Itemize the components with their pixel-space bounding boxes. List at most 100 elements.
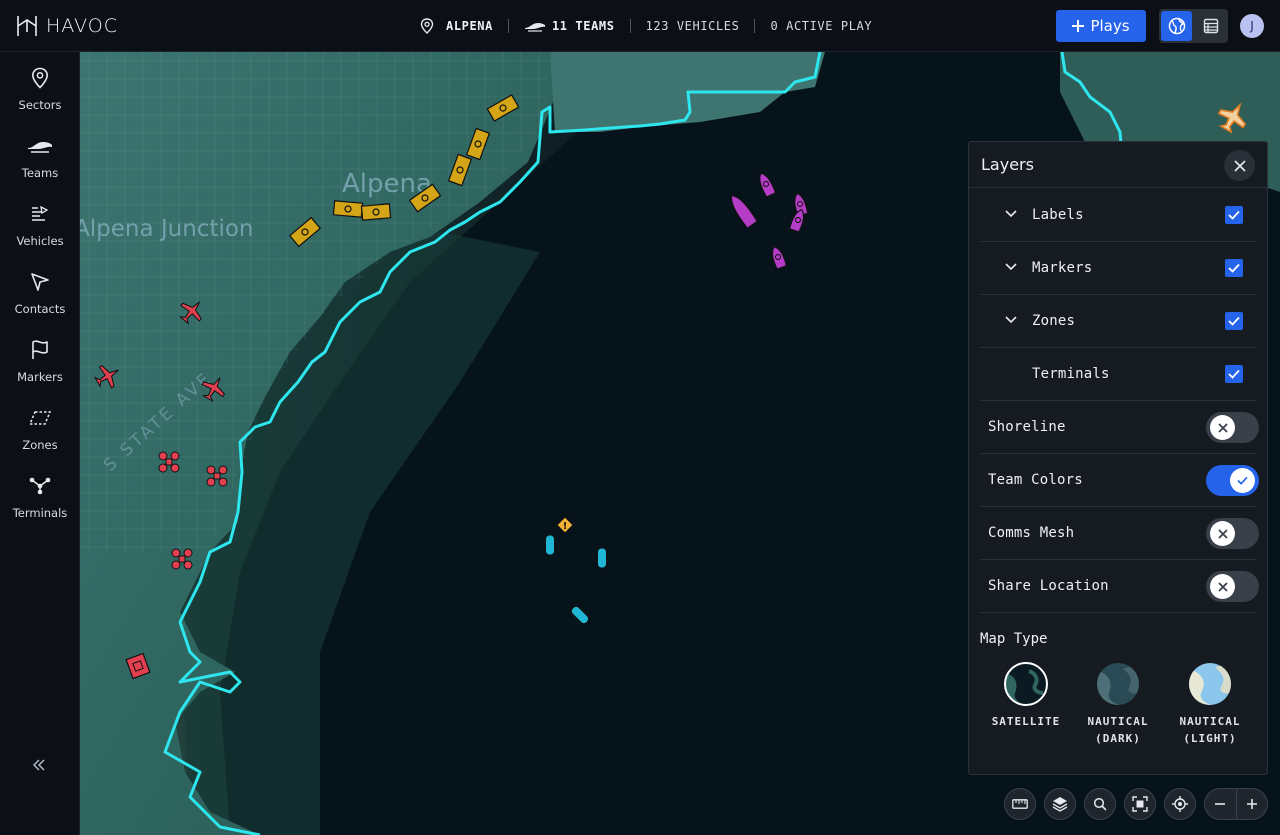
pin-icon: [420, 18, 434, 34]
sidebar-item-sectors[interactable]: Sectors: [0, 62, 80, 122]
table-view-button[interactable]: [1195, 11, 1226, 41]
sidebar-item-zones[interactable]: Zones: [0, 402, 80, 462]
layer-label: Markers: [1032, 260, 1093, 276]
chevron-down-icon[interactable]: [1004, 313, 1018, 327]
svg-text:!: !: [563, 521, 568, 532]
map-type-title: Map Type: [980, 631, 1048, 647]
check-icon: [1228, 210, 1240, 220]
toggle-row-shoreline: Shoreline: [980, 401, 1259, 454]
check-icon: [1228, 369, 1240, 379]
pin-icon: [31, 67, 49, 89]
close-layers-button[interactable]: [1224, 150, 1255, 181]
toggle-label: Share Location: [988, 578, 1109, 594]
sidebar-item-terminals[interactable]: Terminals: [0, 470, 80, 530]
vehicles-count[interactable]: 123 VEHICLES: [646, 19, 740, 33]
collapse-sidebar-button[interactable]: [28, 754, 50, 776]
terminals-checkbox[interactable]: [1225, 365, 1243, 383]
search-map-button[interactable]: [1084, 788, 1116, 820]
layer-group-zones[interactable]: Zones: [980, 295, 1257, 348]
satellite-thumbnail: [1004, 662, 1048, 706]
yellow-vehicle[interactable]: [332, 200, 364, 218]
map-type-nautical-light[interactable]: NAUTICAL (LIGHT): [1164, 663, 1256, 747]
x-icon: [1217, 528, 1228, 539]
yellow-vehicle[interactable]: [360, 203, 392, 221]
nautical-dark-thumbnail: [1097, 663, 1139, 705]
sidebar-item-contacts[interactable]: Contacts: [0, 266, 80, 326]
comms-mesh-toggle[interactable]: [1206, 518, 1259, 549]
minus-icon: [1215, 803, 1226, 805]
fit-bounds-button[interactable]: [1124, 788, 1156, 820]
teams-icon: [524, 23, 545, 32]
add-plays-button[interactable]: Plays: [1056, 10, 1146, 42]
sidebar: Sectors Teams Vehicles Contacts Markers …: [0, 52, 80, 835]
sidebar-item-markers[interactable]: Markers: [0, 334, 80, 394]
havoc-logo-icon: [17, 16, 37, 36]
user-avatar[interactable]: J: [1240, 14, 1264, 38]
sidebar-item-teams[interactable]: Teams: [0, 130, 80, 190]
table-icon: [1203, 18, 1218, 34]
shoreline-toggle[interactable]: [1206, 412, 1259, 443]
toggle-row-team-colors: Team Colors: [980, 454, 1259, 507]
active-play-count[interactable]: 0 ACTIVE PLAY: [770, 19, 872, 33]
map-type-satellite[interactable]: SATELLITE: [980, 662, 1072, 730]
layer-label: Labels: [1032, 207, 1084, 223]
share-location-toggle[interactable]: [1206, 571, 1259, 602]
toggle-label: Comms Mesh: [988, 525, 1075, 541]
cyan-vehicle[interactable]: [545, 534, 555, 556]
sidebar-item-vehicles[interactable]: Vehicles: [0, 198, 80, 258]
x-icon: [1217, 581, 1228, 592]
map-type-sublabel: (LIGHT): [1183, 732, 1237, 745]
map-label-junction: Alpena Junction: [80, 216, 254, 242]
markers-checkbox[interactable]: [1225, 259, 1243, 277]
cyan-vehicle[interactable]: [597, 547, 607, 569]
x-icon: [1217, 422, 1228, 433]
layer-group-labels[interactable]: Labels: [980, 189, 1257, 242]
toggle-row-comms-mesh: Comms Mesh: [980, 507, 1259, 560]
check-icon: [1228, 263, 1240, 273]
labels-checkbox[interactable]: [1225, 206, 1243, 224]
check-icon: [1237, 476, 1248, 485]
teams-count-label: 11 TEAMS: [551, 19, 615, 33]
zoom-out-button[interactable]: [1205, 789, 1236, 819]
toggle-label: Shoreline: [988, 419, 1066, 435]
close-icon: [1233, 159, 1246, 172]
location-indicator[interactable]: ALPENA: [420, 18, 493, 34]
sidebar-item-label: Contacts: [14, 302, 66, 316]
layer-group-terminals[interactable]: Terminals: [980, 348, 1257, 401]
logo-text: HAVOC: [46, 15, 118, 37]
search-icon: [1093, 797, 1107, 811]
location-name: ALPENA: [446, 19, 493, 33]
teams-count[interactable]: 11 TEAMS: [524, 19, 615, 33]
sidebar-item-label: Sectors: [18, 98, 62, 112]
team-colors-toggle[interactable]: [1206, 465, 1259, 496]
recenter-button[interactable]: [1164, 788, 1196, 820]
chevron-down-icon[interactable]: [1004, 260, 1018, 274]
zones-checkbox[interactable]: [1225, 312, 1243, 330]
top-bar: HAVOC ALPENA 11 TEAMS 123 VEHICLES 0 ACT…: [0, 0, 1280, 52]
layer-label: Zones: [1032, 313, 1076, 329]
map-type-nautical-dark[interactable]: NAUTICAL (DARK): [1072, 663, 1164, 747]
toggle-label: Team Colors: [988, 472, 1083, 488]
cursor-icon: [31, 273, 49, 291]
view-toggle: [1159, 9, 1228, 43]
teams-icon: [28, 142, 52, 153]
layer-label: Terminals: [1032, 366, 1110, 382]
map-view-button[interactable]: [1161, 11, 1192, 41]
map-type-label: NAUTICAL: [1087, 715, 1149, 728]
layer-group-markers[interactable]: Markers: [980, 242, 1257, 295]
measure-button[interactable]: [1004, 788, 1036, 820]
zoom-in-button[interactable]: [1236, 789, 1267, 819]
network-icon: [29, 477, 51, 495]
layers-button[interactable]: [1044, 788, 1076, 820]
flag-icon: [32, 340, 48, 359]
divider: [754, 19, 756, 33]
active-play-label: 0 ACTIVE PLAY: [770, 19, 873, 33]
layers-icon: [1052, 797, 1068, 812]
plus-icon: [1072, 20, 1085, 32]
chevron-down-icon[interactable]: [1004, 207, 1018, 221]
plays-button-label: Plays: [1090, 17, 1130, 35]
fit-screen-icon: [1132, 796, 1148, 812]
divider: [507, 19, 509, 33]
plus-icon: [1246, 799, 1257, 809]
logo[interactable]: HAVOC: [16, 14, 118, 38]
